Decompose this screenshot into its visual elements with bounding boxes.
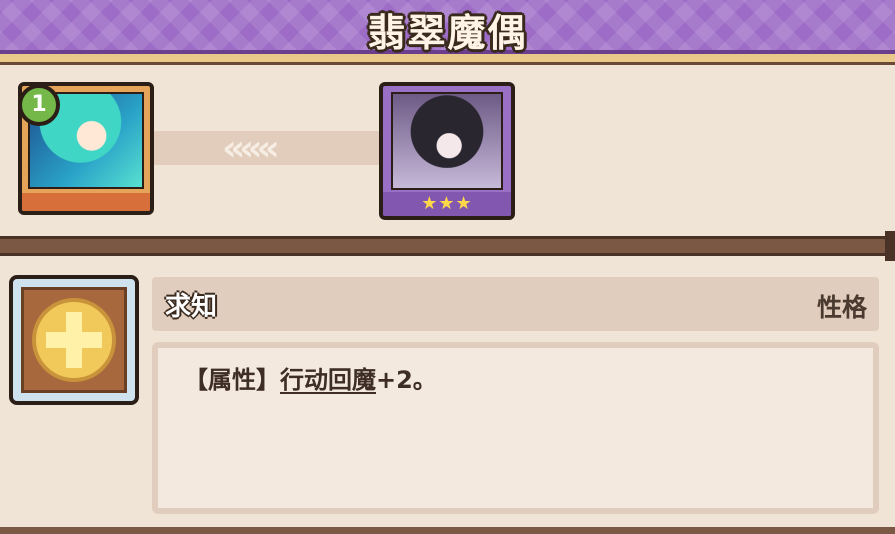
target-character-portrait[interactable]: ★★★ <box>379 82 515 220</box>
trait-icon-frame[interactable] <box>9 275 139 405</box>
page-title: 翡翠魔偶 <box>367 11 528 55</box>
trait-type-label: 性格 <box>816 293 867 322</box>
portrait-rarity-bar <box>22 193 150 211</box>
dark-haired-girl-portrait-icon <box>391 92 503 190</box>
header-banner: 翡翠魔偶 <box>0 0 895 55</box>
transform-arrows-icon: ««« <box>222 128 280 169</box>
header-trim <box>0 54 895 65</box>
plus-icon <box>32 298 116 382</box>
section-divider <box>0 236 895 256</box>
keyword-link[interactable]: 行动回魔 <box>280 366 376 394</box>
bottom-border <box>0 527 895 534</box>
trait-description: 【属性】行动回魔+2。 <box>184 360 437 395</box>
star-rating: ★★★ <box>383 192 511 216</box>
desc-prefix: 【属性】 <box>184 366 280 394</box>
divider-end-cap <box>885 231 895 261</box>
trait-name-bar <box>152 277 879 331</box>
trait-name: 求知 <box>165 292 218 322</box>
level-badge: 1 <box>18 84 60 126</box>
desc-suffix: +2。 <box>376 366 437 394</box>
